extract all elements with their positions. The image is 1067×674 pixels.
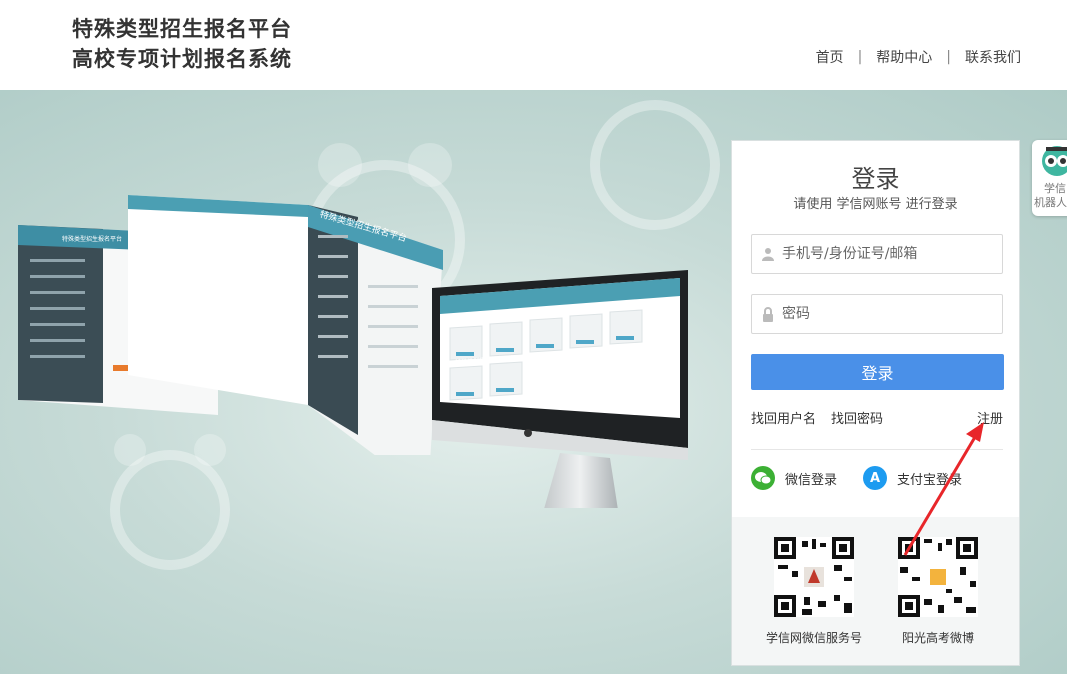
lock-icon: [756, 306, 780, 322]
wechat-qr-label: 学信网微信服务号: [766, 631, 863, 645]
mock-sheet-left-title: 特殊类型招生报名平台: [62, 236, 123, 243]
login-button[interactable]: 登录: [751, 354, 1004, 390]
nav-help-link[interactable]: 帮助中心: [876, 47, 932, 67]
find-password-link[interactable]: 找回密码: [831, 408, 883, 427]
site-title-line1: 特殊类型招生报名平台: [72, 17, 292, 41]
owl-robot-icon: [1042, 146, 1067, 176]
wechat-icon: [751, 466, 775, 490]
robot-label-line2: 机器人: [1034, 196, 1067, 209]
find-username-link[interactable]: 找回用户名: [751, 408, 816, 427]
mock-monitor: [432, 270, 688, 508]
weibo-qr-label: 阳光高考微博: [902, 631, 975, 645]
login-title: 登录: [851, 165, 900, 193]
robot-label-line1: 学信: [1044, 182, 1066, 195]
username-input[interactable]: [780, 245, 1002, 263]
robot-label: 学信 机器人: [1034, 182, 1067, 210]
arrow-annotation-icon: [903, 422, 984, 556]
login-panel: 登录 请使用 学信网账号 进行登录 登录 找回用户名 找回密码 注册 微信登录 …: [731, 140, 1020, 666]
wechat-login-link[interactable]: 微信登录: [751, 466, 837, 490]
robot-assistant-button[interactable]: 学信 机器人: [1032, 140, 1067, 216]
login-subtitle: 请使用 学信网账号 进行登录: [793, 197, 958, 212]
username-field[interactable]: [751, 234, 1003, 274]
site-header: 特殊类型招生报名平台 高校专项计划报名系统 首页 | 帮助中心 | 联系我们: [0, 0, 1067, 90]
site-title-line2: 高校专项计划报名系统: [72, 47, 292, 71]
wechat-qr-code-icon: [774, 537, 854, 617]
mock-sheet-middle: [128, 195, 443, 455]
password-input[interactable]: [780, 305, 1002, 323]
top-nav: 首页 | 帮助中心 | 联系我们: [816, 47, 1021, 67]
password-field[interactable]: [751, 294, 1003, 334]
alipay-icon: A: [863, 466, 887, 490]
nav-separator: |: [946, 49, 951, 65]
nav-separator: |: [857, 49, 863, 65]
nav-contact-link[interactable]: 联系我们: [965, 47, 1021, 67]
wechat-login-label: 微信登录: [785, 472, 838, 488]
nav-home-link[interactable]: 首页: [816, 47, 844, 67]
user-icon: [756, 247, 780, 261]
